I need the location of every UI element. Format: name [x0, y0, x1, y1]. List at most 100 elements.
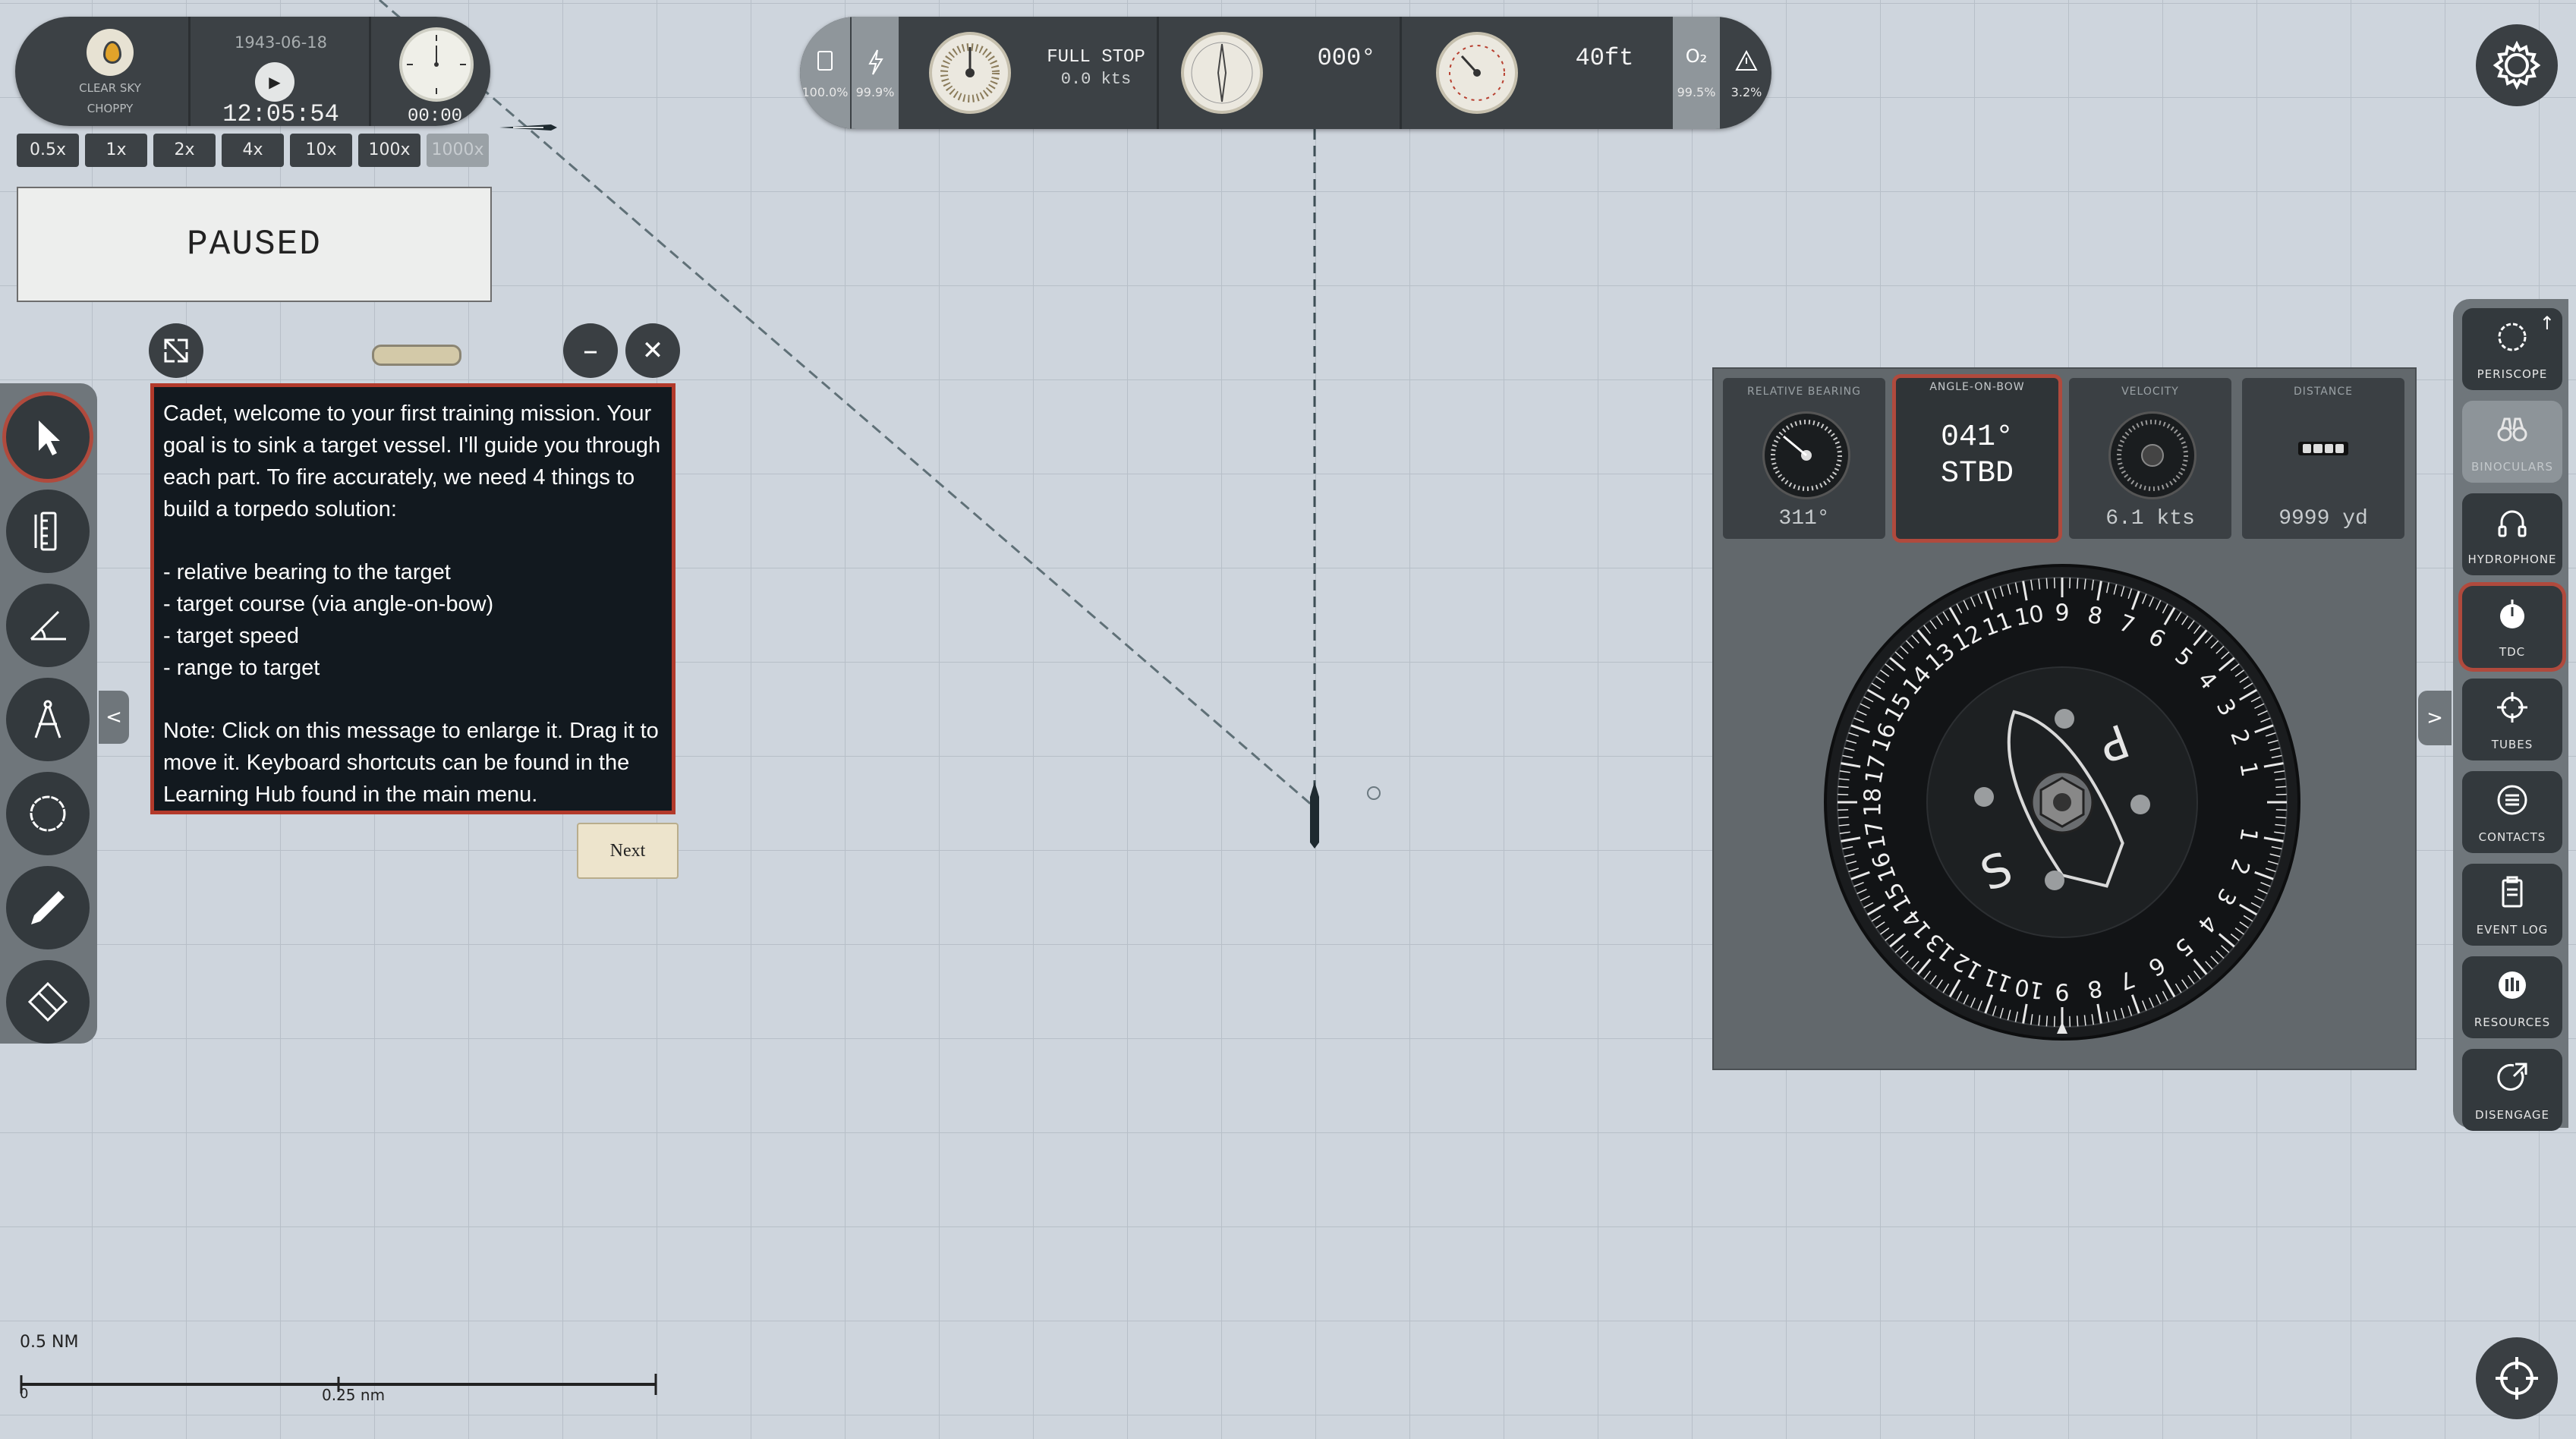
hydrophone-button[interactable]: HYDROPHONE: [2462, 493, 2562, 575]
heading-label: 000°: [1317, 44, 1376, 72]
aob-title: ANGLE-ON-BOW: [1929, 381, 2025, 393]
dial-tick: [2275, 786, 2287, 789]
weather-icon: [87, 29, 134, 76]
collapse-toolbar-button[interactable]: <: [99, 691, 129, 744]
resources-label: RESOURCES: [2474, 1015, 2551, 1029]
tdc-label: TDC: [2499, 645, 2526, 659]
disengage-button[interactable]: DISENGAGE: [2462, 1049, 2562, 1131]
depth-label: 40ft: [1575, 44, 1634, 72]
tutorial-message[interactable]: Cadet, welcome to your first training mi…: [150, 383, 675, 814]
tdc-panel: RELATIVE BEARING 311° ANGLE-ON-BOW 041° …: [1712, 367, 2417, 1070]
bearing-dial-icon: [1762, 411, 1850, 499]
relative-bearing-title: RELATIVE BEARING: [1747, 386, 1861, 398]
next-button[interactable]: Next: [577, 823, 679, 879]
dial-tick: [2076, 1015, 2079, 1027]
paused-label: PAUSED: [187, 225, 322, 264]
dial-number: 10: [2013, 973, 2046, 1004]
binoculars-label: BINOCULARS: [2471, 460, 2554, 474]
velocity-value: 6.1 kts: [2105, 507, 2195, 531]
angle-icon: [30, 610, 66, 641]
distance-value: 9999 yd: [2278, 507, 2368, 531]
eraser-tool-button[interactable]: [6, 960, 90, 1044]
velocity-cell[interactable]: VELOCITY 6.1 kts: [2069, 378, 2231, 539]
right-sidebar: ↑ PERISCOPE BINOCULARS HYDROPHONE TDC TU…: [2453, 299, 2568, 1131]
event-log-button[interactable]: EVENT LOG: [2462, 864, 2562, 946]
dial-tick: [2076, 578, 2079, 589]
pencil-icon: [31, 891, 65, 924]
contacts-label: CONTACTS: [2478, 830, 2546, 844]
depth-gauge-icon[interactable]: [1436, 32, 1518, 114]
speed-4x-button[interactable]: 4x: [222, 134, 284, 167]
engine-telegraph-icon[interactable]: [929, 32, 1011, 114]
hydrophone-label: HYDROPHONE: [2467, 553, 2557, 566]
resources-button[interactable]: RESOURCES: [2462, 956, 2562, 1038]
list-icon: [2497, 785, 2527, 815]
time-panel: CLEAR SKY CHOPPY 1943-06-18 ▶ 12:05:54 0…: [15, 17, 490, 128]
ruler-tool-button[interactable]: [6, 490, 90, 573]
contacts-button[interactable]: CONTACTS: [2462, 771, 2562, 853]
dial-tick: [1838, 786, 1849, 789]
select-tool-button[interactable]: [6, 395, 90, 479]
dial-number: 18: [1860, 788, 1887, 817]
distance-cell[interactable]: DISTANCE 9999 yd: [2242, 378, 2404, 539]
fuel-gauge: 100.0%: [800, 17, 850, 129]
ruler-icon: [34, 512, 57, 551]
minimize-message-button[interactable]: –: [563, 323, 618, 378]
dial-tick: [2045, 578, 2049, 589]
message-intro: Cadet, welcome to your first training mi…: [163, 401, 661, 521]
lightning-icon: [868, 49, 883, 75]
aob-dial[interactable]: 1234567891011121314151617181716151413121…: [1823, 563, 2301, 1041]
expand-message-button[interactable]: [149, 323, 203, 378]
pencil-tool-button[interactable]: [6, 866, 90, 949]
tubes-button[interactable]: TUBES: [2462, 679, 2562, 760]
circle-tool-button[interactable]: [6, 772, 90, 855]
periscope-icon: [2498, 323, 2527, 351]
scale-mid-label: 0.25 nm: [322, 1386, 386, 1404]
message-drag-handle[interactable]: [372, 345, 461, 366]
settings-button[interactable]: [2476, 24, 2558, 106]
relative-bearing-value: 311°: [1778, 507, 1830, 531]
periscope-up-arrow: ↑: [2539, 313, 2555, 334]
circle-icon: [30, 795, 66, 832]
headphones-icon: [2498, 510, 2527, 537]
target-ship-icon[interactable]: [498, 118, 559, 137]
sea-state: CHOPPY: [87, 102, 134, 115]
tdc-button[interactable]: TDC: [2462, 586, 2562, 668]
speed-1000x-button: 1000x: [427, 134, 489, 167]
collapse-sidebar-button[interactable]: >: [2418, 691, 2452, 745]
clock-label: 12:05:54: [222, 100, 339, 128]
angle-on-bow-cell[interactable]: ANGLE-ON-BOW 041° STBD: [1896, 378, 2058, 539]
speed-1x-button[interactable]: 1x: [85, 134, 147, 167]
speed-0.5x-button[interactable]: 0.5x: [17, 134, 79, 167]
hull-damage-pct: 3.2%: [1730, 85, 1762, 99]
relative-bearing-cell[interactable]: RELATIVE BEARING 311°: [1723, 378, 1885, 539]
compass-tool-button[interactable]: [6, 678, 90, 761]
tubes-label: TUBES: [2491, 738, 2533, 751]
distance-title: DISTANCE: [2294, 386, 2353, 398]
speed-10x-button[interactable]: 10x: [290, 134, 352, 167]
heading-compass-icon[interactable]: [1181, 32, 1263, 114]
dial-number: 17: [1860, 818, 1891, 852]
paused-indicator: PAUSED: [17, 187, 492, 302]
speed-100x-button[interactable]: 100x: [358, 134, 420, 167]
oxygen-icon: O₂: [1685, 46, 1708, 67]
resources-icon: [2499, 971, 2526, 999]
center-map-button[interactable]: [2476, 1337, 2558, 1419]
hull-damage-gauge: 3.2%: [1721, 17, 1771, 129]
speed-2x-button[interactable]: 2x: [153, 134, 216, 167]
scale-title: 0.5 NM: [20, 1333, 79, 1352]
oxygen-gauge: O₂ 99.5%: [1673, 17, 1720, 129]
protractor-tool-button[interactable]: [6, 584, 90, 667]
periscope-button[interactable]: ↑ PERISCOPE: [2462, 308, 2562, 390]
message-note: Note: Click on this message to enlarge i…: [163, 719, 659, 807]
close-message-button[interactable]: ✕: [625, 323, 680, 378]
submarine-icon[interactable]: [1307, 782, 1322, 850]
disengage-label: DISENGAGE: [2475, 1108, 2549, 1122]
fuel-pct: 100.0%: [801, 85, 849, 99]
stopwatch-icon[interactable]: [399, 27, 474, 102]
play-button[interactable]: ▶: [255, 62, 294, 102]
dial-number: 17: [1860, 753, 1891, 786]
distance-counter-icon: [2298, 442, 2348, 455]
speed-label: 0.0 kts: [1060, 70, 1132, 89]
cursor-icon: [39, 420, 60, 455]
